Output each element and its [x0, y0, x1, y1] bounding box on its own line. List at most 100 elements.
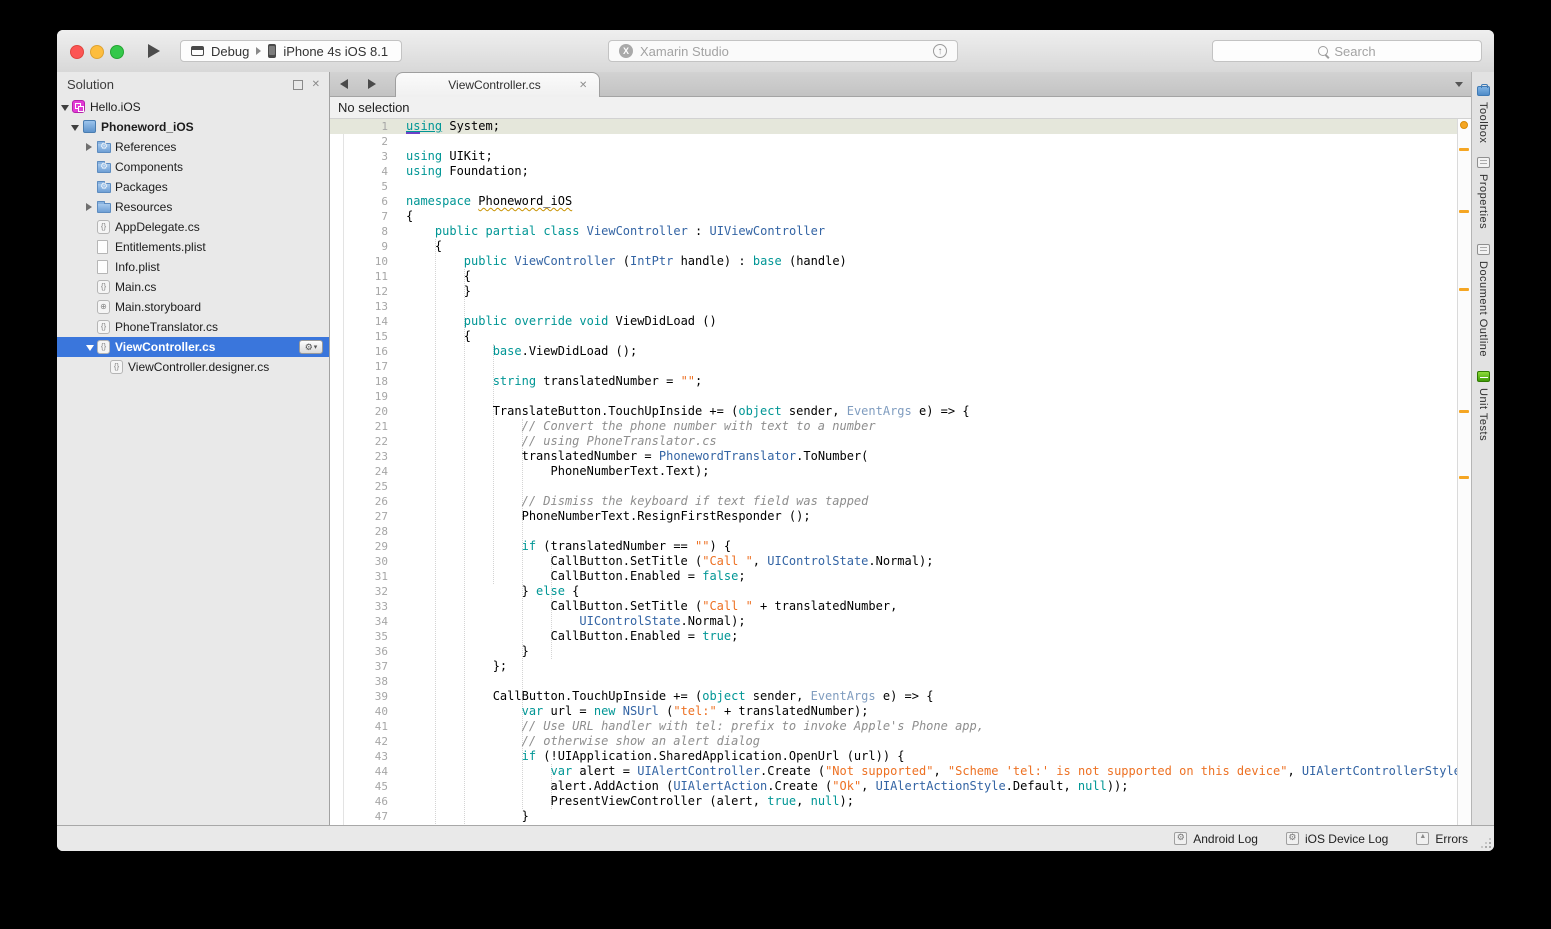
tree-item-references[interactable]: References — [57, 137, 329, 157]
resize-grip[interactable] — [1481, 838, 1491, 848]
tree-item-appdelegate-cs[interactable]: AppDelegate.cs — [57, 217, 329, 237]
code-line[interactable]: 21 // Convert the phone number with text… — [330, 419, 1457, 434]
code-line[interactable]: 13 — [330, 299, 1457, 314]
code-line[interactable]: 23 translatedNumber = PhonewordTranslato… — [330, 449, 1457, 464]
collapse-arrow-icon[interactable] — [71, 125, 79, 131]
warning-tick-icon[interactable] — [1459, 410, 1469, 413]
collapse-arrow-icon[interactable] — [86, 345, 94, 351]
code-line[interactable]: 36 } — [330, 644, 1457, 659]
pad-tab-properties[interactable]: Properties — [1472, 157, 1494, 229]
tree-item-phonetranslator-cs[interactable]: PhoneTranslator.cs — [57, 317, 329, 337]
configuration-device-selector[interactable]: Debug iPhone 4s iOS 8.1 — [180, 40, 402, 62]
code-line[interactable]: 40 var url = new NSUrl ("tel:" + transla… — [330, 704, 1457, 719]
tree-item-viewcontroller-cs[interactable]: ViewController.cs⚙▾ — [57, 337, 329, 357]
code-text: CallButton.TouchUpInside += (object send… — [406, 689, 933, 704]
code-line[interactable]: 28 — [330, 524, 1457, 539]
code-line[interactable]: 29 if (translatedNumber == "") { — [330, 539, 1457, 554]
close-window-button[interactable] — [70, 45, 84, 59]
bottom-pad-ios-device-log[interactable]: iOS Device Log — [1286, 832, 1388, 846]
code-line[interactable]: 35 CallButton.Enabled = true; — [330, 629, 1457, 644]
code-line[interactable]: 45 alert.AddAction (UIAlertAction.Create… — [330, 779, 1457, 794]
code-line[interactable]: 33 CallButton.SetTitle ("Call " + transl… — [330, 599, 1457, 614]
code-line[interactable]: 39 CallButton.TouchUpInside += (object s… — [330, 689, 1457, 704]
navigate-forward-button[interactable] — [368, 79, 376, 89]
code-line[interactable]: 9 { — [330, 239, 1457, 254]
tree-item-hello-ios[interactable]: Hello.iOS — [57, 97, 329, 117]
code-line[interactable]: 37 }; — [330, 659, 1457, 674]
warning-tick-icon[interactable] — [1459, 288, 1469, 291]
bottom-pad-errors[interactable]: Errors — [1416, 832, 1468, 846]
zoom-window-button[interactable] — [110, 45, 124, 59]
code-line[interactable]: 43 if (!UIApplication.SharedApplication.… — [330, 749, 1457, 764]
code-editor[interactable]: 1using System;23using UIKit;4using Found… — [330, 119, 1457, 825]
code-line[interactable]: 44 var alert = UIAlertController.Create … — [330, 764, 1457, 779]
code-line[interactable]: 27 PhoneNumberText.ResignFirstResponder … — [330, 509, 1457, 524]
line-number: 2 — [330, 134, 388, 149]
code-line[interactable]: 32 } else { — [330, 584, 1457, 599]
code-line[interactable]: 16 base.ViewDidLoad (); — [330, 344, 1457, 359]
code-line[interactable]: 7{ — [330, 209, 1457, 224]
tree-item-entitlements-plist[interactable]: Entitlements.plist — [57, 237, 329, 257]
code-line[interactable]: 4using Foundation; — [330, 164, 1457, 179]
expand-arrow-icon[interactable] — [86, 203, 92, 211]
bottom-pad-android-log[interactable]: Android Log — [1174, 832, 1258, 846]
code-line[interactable]: 30 CallButton.SetTitle ("Call ", UIContr… — [330, 554, 1457, 569]
code-line[interactable]: 25 — [330, 479, 1457, 494]
code-line[interactable]: 14 public override void ViewDidLoad () — [330, 314, 1457, 329]
code-line[interactable]: 20 TranslateButton.TouchUpInside += (obj… — [330, 404, 1457, 419]
collapse-arrow-icon[interactable] — [61, 105, 69, 111]
tree-item-resources[interactable]: Resources — [57, 197, 329, 217]
run-button[interactable] — [141, 42, 167, 60]
pad-tab-document-outline[interactable]: Document Outline — [1472, 244, 1494, 357]
item-options-gear-button[interactable]: ⚙▾ — [299, 340, 323, 354]
tree-item-main-storyboard[interactable]: Main.storyboard — [57, 297, 329, 317]
upload-arrow-icon[interactable]: ↑ — [933, 44, 947, 58]
search-field[interactable]: Search — [1212, 40, 1482, 62]
code-line[interactable]: 6namespace Phoneword_iOS — [330, 194, 1457, 209]
warning-tick-icon[interactable] — [1459, 476, 1469, 479]
navigate-back-button[interactable] — [340, 79, 348, 89]
code-line[interactable]: 41 // Use URL handler with tel: prefix t… — [330, 719, 1457, 734]
overview-ruler[interactable] — [1457, 119, 1471, 825]
code-line[interactable]: 15 { — [330, 329, 1457, 344]
code-line[interactable]: 31 CallButton.Enabled = false; — [330, 569, 1457, 584]
tree-item-main-cs[interactable]: Main.cs — [57, 277, 329, 297]
code-line[interactable]: 38 — [330, 674, 1457, 689]
code-line[interactable]: 46 PresentViewController (alert, true, n… — [330, 794, 1457, 809]
code-line[interactable]: 42 // otherwise show an alert dialog — [330, 734, 1457, 749]
code-line[interactable]: 26 // Dismiss the keyboard if text field… — [330, 494, 1457, 509]
code-line[interactable]: 34 UIControlState.Normal); — [330, 614, 1457, 629]
code-line[interactable]: 24 PhoneNumberText.Text); — [330, 464, 1457, 479]
tree-item-viewcontroller-designer-cs[interactable]: ViewController.designer.cs — [57, 357, 329, 377]
warning-tick-icon[interactable] — [1459, 148, 1469, 151]
tree-item-packages[interactable]: Packages — [57, 177, 329, 197]
code-line[interactable]: 19 — [330, 389, 1457, 404]
tab-overflow-icon[interactable] — [1455, 82, 1463, 87]
tab-close-icon[interactable]: ✕ — [579, 80, 599, 91]
warning-tick-icon[interactable] — [1459, 210, 1469, 213]
code-line[interactable]: 3using UIKit; — [330, 149, 1457, 164]
code-line[interactable]: 22 // using PhoneTranslator.cs — [330, 434, 1457, 449]
code-line[interactable]: 11 { — [330, 269, 1457, 284]
code-line[interactable]: 10 public ViewController (IntPtr handle)… — [330, 254, 1457, 269]
close-pad-icon[interactable]: ✕ — [312, 79, 320, 90]
code-token — [406, 539, 522, 553]
code-line[interactable]: 12 } — [330, 284, 1457, 299]
code-line[interactable]: 2 — [330, 134, 1457, 149]
code-line[interactable]: 1using System; — [330, 119, 1457, 134]
code-line[interactable]: 47 } — [330, 809, 1457, 824]
tree-item-components[interactable]: Components — [57, 157, 329, 177]
minimize-window-button[interactable] — [90, 45, 104, 59]
pad-tab-toolbox[interactable]: Toolbox — [1472, 86, 1494, 143]
tree-item-info-plist[interactable]: Info.plist — [57, 257, 329, 277]
code-line[interactable]: 5 — [330, 179, 1457, 194]
pad-tab-unit-tests[interactable]: Unit Tests — [1472, 371, 1494, 441]
code-line[interactable]: 17 — [330, 359, 1457, 374]
dock-pad-icon[interactable] — [293, 80, 303, 90]
tab-viewcontroller-cs[interactable]: ViewController.cs ✕ — [395, 72, 600, 97]
expand-arrow-icon[interactable] — [86, 143, 92, 151]
tree-item-phoneword-ios[interactable]: Phoneword_iOS — [57, 117, 329, 137]
code-line[interactable]: 8 public partial class ViewController : … — [330, 224, 1457, 239]
code-token: ViewController — [587, 224, 688, 238]
code-line[interactable]: 18 string translatedNumber = ""; — [330, 374, 1457, 389]
